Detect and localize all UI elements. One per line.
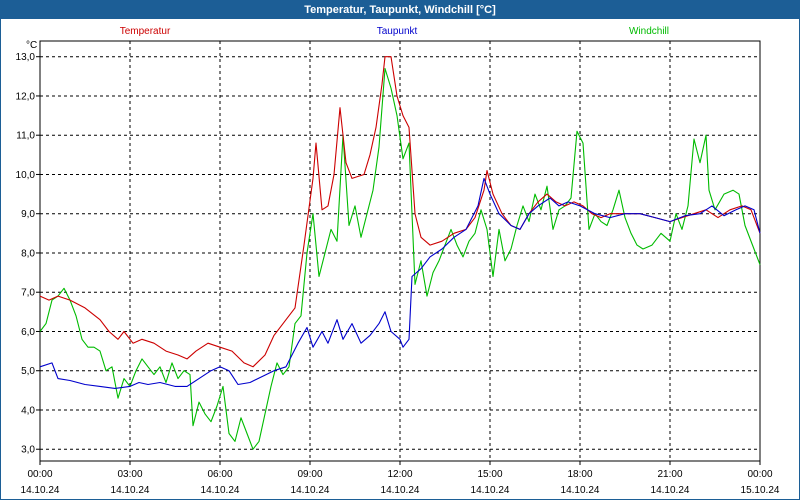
x-tick-time-label: 12:00 [387,469,412,480]
legend: Temperatur Taupunkt Windchill [120,26,669,37]
legend-entry-temperatur: Temperatur [120,26,171,37]
x-tick-time-label: 18:00 [567,469,592,480]
x-tick-date-label: 15.10.24 [741,485,780,496]
x-tick-time-label: 03:00 [117,469,142,480]
x-tick-time-label: 00:00 [747,469,772,480]
y-tick-label: 10,0 [16,170,36,181]
x-tick-date-label: 14.10.24 [291,485,330,496]
x-tick-date-label: 14.10.24 [651,485,690,496]
x-tick-date-label: 14.10.24 [381,485,420,496]
chart-canvas: 3,0 4,0 5,0 6,0 7,0 8,0 9,0 10,0 11,0 12,0 13,0 00:… [16,26,780,496]
y-tick-label: 7,0 [21,288,35,299]
x-tick-date-label: 14.10.24 [21,485,60,496]
y-tick-label: 3,0 [21,445,35,456]
y-tick-label: 9,0 [21,209,35,220]
y-tick-label: 6,0 [21,327,35,338]
legend-entry-taupunkt: Taupunkt [377,26,418,37]
x-tick-date-label: 14.10.24 [471,485,510,496]
y-tick-label: 13,0 [16,52,36,63]
x-tick-date-label: 14.10.24 [201,485,240,496]
x-tick-date-label: 14.10.24 [111,485,150,496]
y-axis-label: °C [26,40,37,51]
y-tick-label: 8,0 [21,248,35,259]
x-tick-time-label: 21:00 [657,469,682,480]
legend-entry-windchill: Windchill [629,26,669,37]
x-tick-time-label: 00:00 [27,469,52,480]
x-tick-time-label: 09:00 [297,469,322,480]
x-tick-date-label: 14.10.24 [561,485,600,496]
y-tick-label: 12,0 [16,91,36,102]
y-tick-label: 4,0 [21,405,35,416]
x-tick-time-label: 06:00 [207,469,232,480]
y-tick-label: 11,0 [16,131,35,142]
y-tick-label: 5,0 [21,366,35,377]
x-tick-time-label: 15:00 [477,469,502,480]
